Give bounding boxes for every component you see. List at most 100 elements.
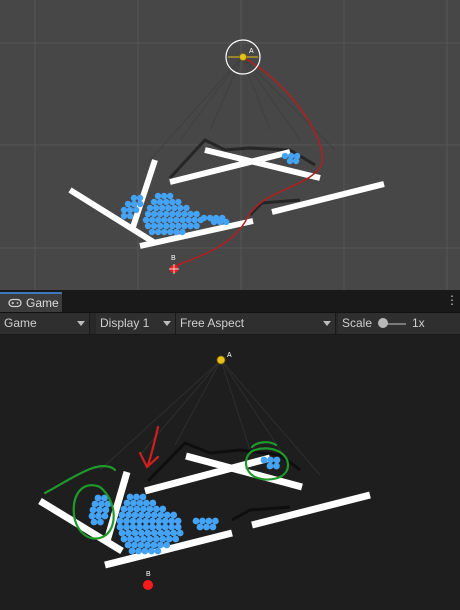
ball	[135, 517, 143, 525]
ball	[159, 535, 167, 543]
ball	[150, 529, 158, 537]
ball	[127, 535, 134, 543]
ball	[168, 523, 176, 531]
ball	[158, 204, 166, 212]
ball	[266, 462, 274, 470]
chevron-down-icon	[77, 321, 85, 326]
ball	[154, 216, 162, 224]
ball	[142, 523, 150, 531]
game-anchor-label: A	[227, 352, 232, 359]
ball	[187, 222, 194, 230]
ball	[156, 541, 164, 549]
ball	[144, 529, 152, 537]
ball	[154, 547, 162, 555]
ball	[131, 529, 139, 537]
scene-anchor-point[interactable]	[239, 53, 247, 61]
game-canvas[interactable]: A B	[0, 335, 460, 610]
ball	[181, 210, 188, 218]
ball	[175, 210, 182, 218]
ball	[155, 517, 163, 525]
ball	[177, 204, 184, 212]
ball	[149, 499, 157, 507]
ball	[144, 222, 152, 230]
ball	[95, 512, 102, 520]
ball	[129, 517, 137, 525]
ball	[126, 212, 134, 220]
ball	[156, 210, 164, 218]
chevron-down-icon	[163, 321, 171, 326]
ball	[144, 511, 152, 519]
scale-control: Scale 1x	[338, 313, 460, 334]
ball	[148, 523, 156, 531]
ball	[161, 517, 169, 525]
ball	[123, 523, 130, 531]
ball	[94, 494, 102, 502]
tab-bar: Game ⋮	[0, 290, 460, 313]
ball	[181, 222, 188, 230]
annotation-green-mark	[250, 441, 278, 449]
ball	[173, 216, 180, 224]
ball	[90, 518, 98, 526]
game-end-point	[143, 580, 153, 590]
tab-game[interactable]: Game	[0, 292, 62, 312]
ball	[136, 200, 144, 208]
ball	[286, 157, 294, 165]
more-vertical-icon[interactable]: ⋮	[446, 293, 458, 307]
ball	[200, 214, 208, 222]
ball	[132, 206, 140, 214]
ball	[179, 216, 186, 224]
ball	[196, 523, 204, 531]
game-anchor-point	[216, 355, 226, 365]
ball	[165, 204, 172, 212]
ball	[128, 547, 136, 555]
ball	[173, 228, 180, 236]
ball	[156, 198, 164, 206]
ball	[160, 192, 168, 200]
scene-grid	[0, 0, 460, 290]
ball	[139, 505, 147, 513]
ball	[88, 512, 96, 520]
ball	[163, 222, 170, 230]
ball	[159, 505, 167, 513]
ball	[146, 535, 154, 543]
ball	[174, 517, 182, 525]
ball	[176, 529, 184, 537]
ball	[139, 535, 147, 543]
ball	[260, 456, 268, 464]
scale-slider-knob[interactable]	[378, 318, 388, 328]
view-select[interactable]: Game	[0, 313, 90, 334]
ball	[169, 210, 176, 218]
ball	[123, 499, 131, 507]
ball	[179, 228, 186, 236]
ball	[267, 456, 274, 464]
game-view[interactable]: A B	[0, 335, 460, 610]
ball	[129, 523, 137, 531]
ball	[157, 529, 165, 537]
ball	[124, 200, 132, 208]
ball	[191, 216, 198, 224]
ball	[137, 541, 145, 549]
ball	[175, 198, 182, 206]
ball	[142, 499, 150, 507]
aspect-select[interactable]: Free Aspect	[176, 313, 336, 334]
ball	[168, 517, 176, 525]
ball	[143, 541, 151, 549]
ball	[91, 500, 99, 508]
ball	[150, 210, 158, 218]
ball	[133, 505, 141, 513]
ball	[170, 511, 178, 519]
scale-value: 1x	[412, 316, 425, 330]
ball	[130, 194, 138, 202]
ball	[148, 216, 156, 224]
display-select[interactable]: Display 1	[96, 313, 176, 334]
ball	[161, 523, 169, 531]
ball	[169, 222, 176, 230]
scene-bars	[68, 147, 385, 249]
ball	[125, 529, 132, 537]
ball	[133, 535, 141, 543]
ball	[146, 505, 154, 513]
ball	[192, 517, 200, 525]
scene-view[interactable]: A B	[0, 0, 460, 290]
scene-canvas[interactable]: A B	[0, 0, 460, 290]
ball	[141, 547, 149, 555]
